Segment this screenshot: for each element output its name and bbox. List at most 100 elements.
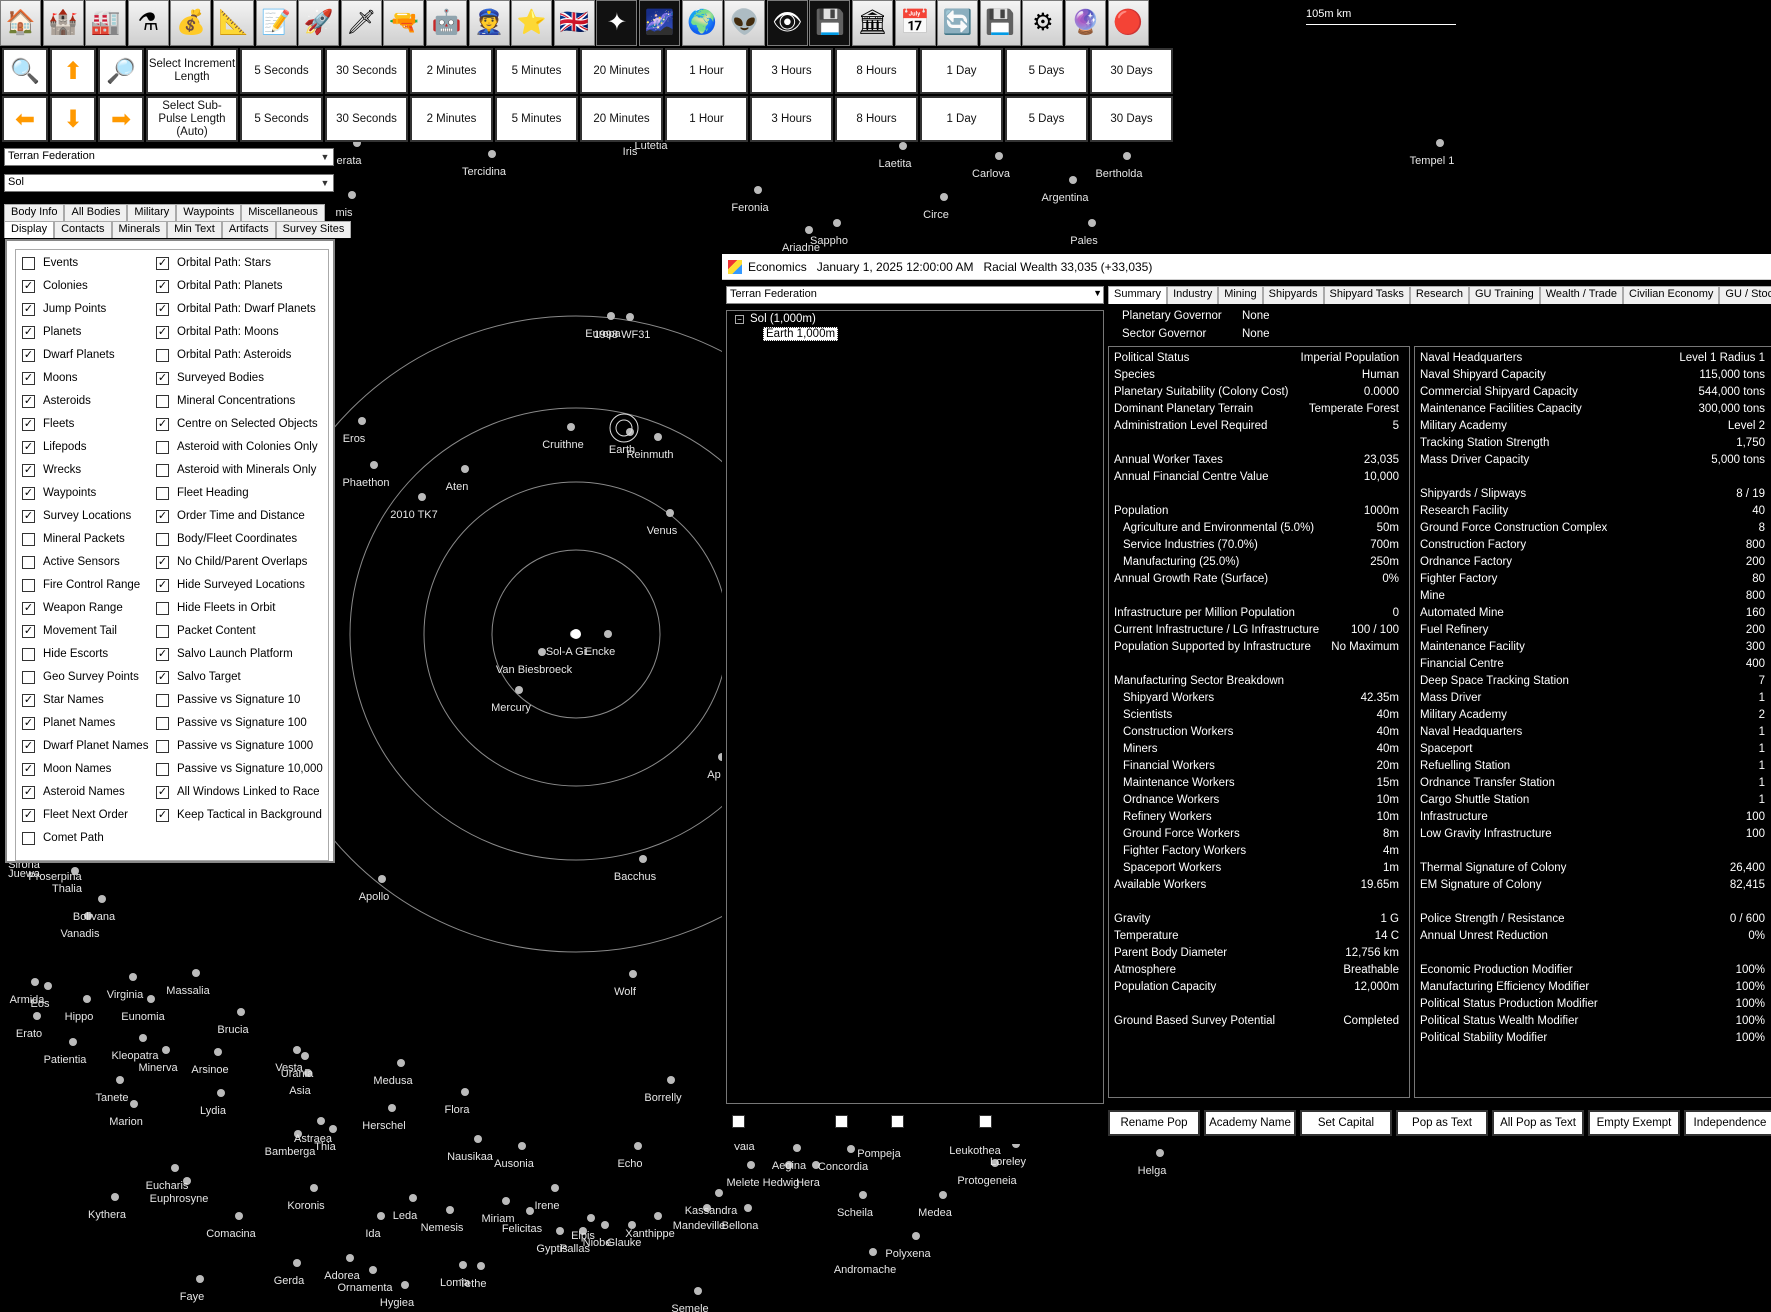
checkbox[interactable] bbox=[834, 1114, 848, 1128]
increment-button[interactable]: 30 Days bbox=[1090, 48, 1173, 94]
tab-option[interactable]: Minerals bbox=[111, 221, 168, 238]
checkbox[interactable] bbox=[156, 762, 169, 776]
race-select[interactable]: Terran Federation ▼ bbox=[4, 148, 334, 166]
map-body-dot[interactable] bbox=[33, 1012, 41, 1020]
system-map-icon[interactable]: ✦ bbox=[596, 0, 638, 46]
map-body-dot[interactable] bbox=[310, 1184, 318, 1192]
checkbox-row[interactable]: ✓ Planet Names bbox=[22, 714, 115, 732]
map-body-dot[interactable] bbox=[629, 970, 637, 978]
map-body-dot[interactable] bbox=[378, 875, 386, 883]
eye-icon[interactable]: 👁 bbox=[766, 0, 808, 46]
checkbox[interactable]: ✓ bbox=[22, 302, 35, 316]
union-flag-icon[interactable]: 🇬🇧 bbox=[553, 0, 595, 46]
subpulse-button[interactable]: 5 Minutes bbox=[495, 96, 578, 142]
checkbox-row[interactable]: Fire Control Range bbox=[22, 576, 140, 594]
checkbox-row[interactable]: ✓ Star Names bbox=[22, 691, 104, 709]
econ-tab[interactable]: Industry bbox=[1167, 286, 1219, 304]
map-body-dot[interactable] bbox=[358, 417, 366, 425]
map-body-dot[interactable] bbox=[162, 1046, 170, 1054]
checkbox[interactable]: ✓ bbox=[156, 555, 169, 569]
checkbox[interactable] bbox=[732, 1114, 745, 1128]
map-body-dot[interactable] bbox=[293, 1259, 301, 1267]
checkbox[interactable]: ✓ bbox=[22, 693, 35, 707]
starship-icon[interactable]: 🚀 bbox=[298, 0, 340, 46]
checkbox[interactable]: ✓ bbox=[22, 394, 35, 408]
checkbox[interactable]: ✓ bbox=[22, 486, 35, 500]
checkbox[interactable] bbox=[156, 440, 169, 454]
map-body-dot[interactable] bbox=[139, 1034, 147, 1042]
map-body-dot[interactable] bbox=[1069, 176, 1077, 184]
checkbox[interactable]: ✓ bbox=[22, 417, 35, 431]
econ-tab[interactable]: Shipyard Tasks bbox=[1323, 286, 1410, 304]
map-body-dot[interactable] bbox=[329, 1125, 337, 1133]
map-body-dot[interactable] bbox=[461, 465, 469, 473]
down-arrow-icon[interactable]: ⬇ bbox=[50, 96, 96, 142]
checkbox[interactable]: ✓ bbox=[156, 279, 169, 293]
checkbox-row[interactable]: Mineral Packets bbox=[22, 530, 125, 548]
tab-option[interactable]: Waypoints bbox=[176, 204, 242, 221]
subpulse-button[interactable]: 30 Seconds bbox=[325, 96, 408, 142]
subpulse-button[interactable]: 1 Hour bbox=[665, 96, 748, 142]
checkbox-row[interactable]: ✓ Jump Points bbox=[22, 300, 106, 318]
checkbox-row[interactable]: Passive vs Signature 100 bbox=[156, 714, 307, 732]
map-body-dot[interactable] bbox=[217, 1089, 225, 1097]
checkbox-row[interactable]: ✓ Surveyed Bodies bbox=[156, 369, 264, 387]
subpulse-button[interactable]: 5 Days bbox=[1005, 96, 1088, 142]
map-body-dot[interactable] bbox=[192, 969, 200, 977]
map-body-dot[interactable] bbox=[754, 186, 762, 194]
star-sol[interactable] bbox=[571, 629, 581, 639]
map-body-dot[interactable] bbox=[31, 978, 39, 986]
ruler-icon[interactable]: 📐 bbox=[213, 0, 254, 46]
tab-option[interactable]: Survey Sites bbox=[275, 221, 352, 238]
map-body-dot[interactable] bbox=[1436, 139, 1444, 147]
tab-option[interactable]: Min Text bbox=[167, 221, 222, 238]
map-body-dot[interactable] bbox=[83, 995, 91, 1003]
checkbox[interactable] bbox=[156, 394, 169, 408]
map-body-dot[interactable] bbox=[518, 1142, 526, 1150]
increment-button[interactable]: 2 Minutes bbox=[410, 48, 493, 94]
tree-item-system[interactable]: − Sol (1,000m) bbox=[735, 313, 816, 325]
checkbox-row[interactable]: Events bbox=[22, 254, 78, 272]
save-icon[interactable]: 💾 bbox=[979, 0, 1021, 46]
checkbox-row[interactable]: Comet Path bbox=[22, 829, 104, 847]
map-body-dot[interactable] bbox=[293, 1046, 301, 1054]
checkbox[interactable] bbox=[22, 256, 35, 270]
map-body-dot[interactable] bbox=[604, 630, 612, 638]
checkbox-row[interactable]: ✓ Survey Locations bbox=[22, 507, 131, 525]
map-body-dot[interactable] bbox=[301, 1052, 309, 1060]
map-body-dot[interactable] bbox=[401, 1281, 409, 1289]
governor-value[interactable]: None bbox=[1242, 328, 1270, 340]
subpulse-button[interactable]: 5 Seconds bbox=[240, 96, 323, 142]
zoom-in-icon[interactable]: 🔍 bbox=[2, 48, 48, 94]
econ-tab[interactable]: Summary bbox=[1108, 286, 1168, 304]
map-body-dot[interactable] bbox=[129, 973, 137, 981]
increment-button[interactable]: 5 Days bbox=[1005, 48, 1088, 94]
map-body-dot[interactable] bbox=[214, 1048, 222, 1056]
checkbox[interactable]: ✓ bbox=[156, 808, 169, 822]
map-body-dot[interactable] bbox=[601, 1221, 609, 1229]
map-body-dot[interactable] bbox=[171, 1164, 179, 1172]
econ-action-button[interactable]: Independence bbox=[1684, 1110, 1771, 1136]
checkbox-row[interactable]: System Body bbox=[732, 1112, 821, 1130]
map-body-dot[interactable] bbox=[939, 1191, 947, 1199]
map-body-dot[interactable] bbox=[409, 1194, 417, 1202]
checkbox-row[interactable]: ✓ Moon Names bbox=[22, 760, 111, 778]
increment-button[interactable]: 20 Minutes bbox=[580, 48, 663, 94]
checkbox-row[interactable]: ✓ Moons bbox=[22, 369, 78, 387]
map-body-dot[interactable] bbox=[654, 433, 662, 441]
subpulse-button[interactable]: 2 Minutes bbox=[410, 96, 493, 142]
map-body-dot[interactable] bbox=[98, 895, 106, 903]
map-body-dot[interactable] bbox=[859, 1191, 867, 1199]
checkbox-row[interactable]: Active Sensors bbox=[22, 553, 120, 571]
tab-option[interactable]: Body Info bbox=[4, 204, 65, 221]
map-body-dot[interactable] bbox=[130, 1100, 138, 1108]
map-body-dot[interactable] bbox=[912, 1232, 920, 1240]
subpulse-button[interactable]: 3 Hours bbox=[750, 96, 833, 142]
checkbox-row[interactable]: Passive vs Signature 1000 bbox=[156, 737, 313, 755]
econ-tab[interactable]: GU Training bbox=[1469, 286, 1540, 304]
tab-option[interactable]: Contacts bbox=[54, 221, 112, 238]
map-body-dot[interactable] bbox=[869, 1248, 877, 1256]
map-body-dot[interactable] bbox=[626, 313, 634, 321]
map-body-dot[interactable] bbox=[474, 1135, 482, 1143]
map-body-dot[interactable] bbox=[348, 191, 356, 199]
